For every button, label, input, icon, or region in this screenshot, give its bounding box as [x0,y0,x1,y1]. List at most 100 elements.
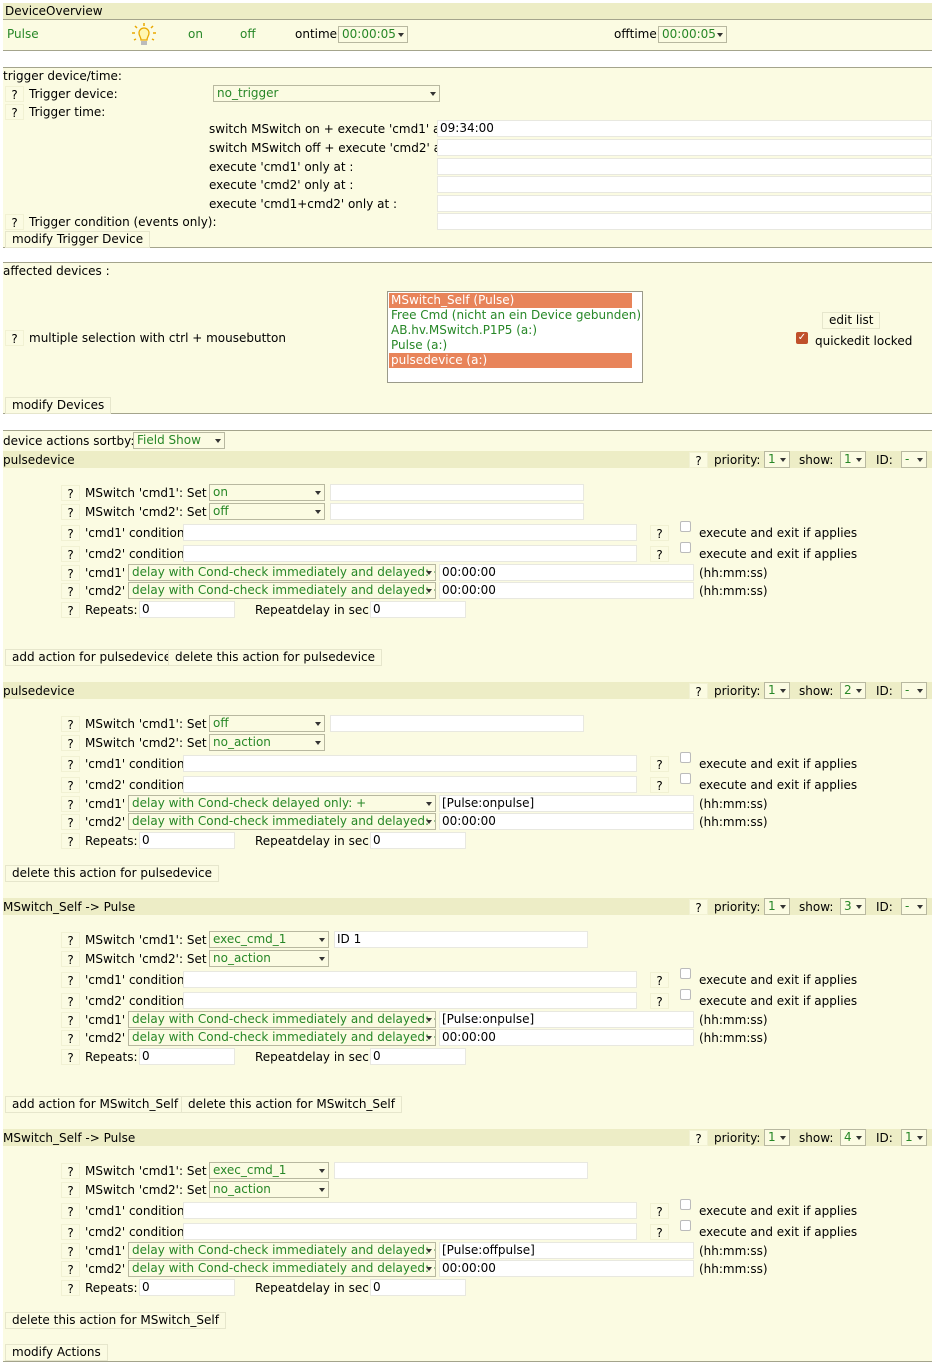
exec-exit-checkbox[interactable] [680,989,691,1000]
cmd2-cond-input[interactable] [183,776,637,793]
affected-devices-list[interactable]: MSwitch_Self (Pulse) Free Cmd (nicht an … [387,291,643,383]
delete-action-button[interactable]: delete this action for MSwitch_Self [5,1312,226,1329]
priority-select[interactable]: 1 [764,451,790,468]
help-button[interactable]: ? [650,525,669,541]
cmd1-set-extra-input[interactable]: ID 1 [334,931,588,948]
show-select[interactable]: 3 [840,898,866,915]
help-button[interactable]: ? [61,993,80,1009]
cmd1-delay-time-input[interactable]: [Pulse:onpulse] [439,1011,694,1028]
cmd2-set-extra-input[interactable] [330,503,584,520]
help-button[interactable]: ? [61,756,80,772]
help-button[interactable]: ? [61,716,80,732]
cmd2-cond-input[interactable] [183,545,637,562]
help-button[interactable]: ? [61,525,80,541]
help-button[interactable]: ? [61,1280,80,1296]
cmd2-delay-time-input[interactable]: 00:00:00 [439,813,694,830]
delete-action-button[interactable]: delete this action for pulsedevice [168,649,383,666]
cmd1-delay-select[interactable]: delay with Cond-check delayed only: + [128,795,436,812]
id-select[interactable]: - [901,451,927,468]
exec-exit-checkbox[interactable] [680,1220,691,1231]
cmd2-delay-select[interactable]: delay with Cond-check immediately and de… [128,1260,436,1277]
help-button[interactable]: ? [61,1203,80,1219]
show-select[interactable]: 2 [840,682,866,699]
cmd2-delay-select[interactable]: delay with Cond-check immediately and de… [128,582,436,599]
bulb-icon[interactable] [131,23,157,47]
help-button[interactable]: ? [61,1049,80,1065]
cmd1-delay-time-input[interactable]: [Pulse:onpulse] [439,795,694,812]
help-button[interactable]: ? [61,485,80,501]
help-button[interactable]: ? [650,972,669,988]
help-button[interactable]: ? [61,546,80,562]
repeats-input[interactable]: 0 [139,1279,235,1296]
help-button[interactable]: ? [689,683,708,699]
ontime-select[interactable]: 00:00:05 [338,26,408,43]
cmd1-cond-input[interactable] [183,1202,637,1219]
add-action-button[interactable]: add action for pulsedevice [5,649,179,666]
cmd1-delay-select[interactable]: delay with Cond-check immediately and de… [128,1242,436,1259]
add-action-button[interactable]: add action for MSwitch_Self [5,1096,186,1113]
cmd1-cond-input[interactable] [183,971,637,988]
exec-exit-checkbox[interactable] [680,752,691,763]
priority-select[interactable]: 1 [764,1129,790,1146]
trigger-time-input[interactable] [437,139,932,156]
cmd1-set-select[interactable]: exec_cmd_1 [209,1162,329,1179]
priority-select[interactable]: 1 [764,898,790,915]
cmd1-set-extra-input[interactable] [334,1162,588,1179]
repeats-input[interactable]: 0 [139,1048,235,1065]
device-link[interactable]: Pulse [7,27,39,41]
help-button[interactable]: ? [61,735,80,751]
help-button[interactable]: ? [650,756,669,772]
sortby-select[interactable]: Field Show [133,432,225,449]
help-button[interactable]: ? [650,546,669,562]
help-button[interactable]: ? [689,452,708,468]
list-item[interactable]: pulsedevice (a:) [389,353,632,368]
help-button[interactable]: ? [61,932,80,948]
help-button[interactable]: ? [61,1243,80,1259]
cmd1-set-select[interactable]: on [209,484,325,501]
help-button[interactable]: ? [5,86,24,102]
cmd2-set-select[interactable]: no_action [209,734,325,751]
cmd1-delay-select[interactable]: delay with Cond-check immediately and de… [128,564,436,581]
help-button[interactable]: ? [650,777,669,793]
trigger-time-input[interactable] [437,195,932,212]
cmd2-set-select[interactable]: off [209,503,325,520]
cmd2-set-select[interactable]: no_action [209,1181,329,1198]
modify-actions-button[interactable]: modify Actions [5,1344,108,1361]
trigger-time-input[interactable] [437,158,932,175]
cmd1-cond-input[interactable] [183,755,637,772]
exec-exit-checkbox[interactable] [680,773,691,784]
show-select[interactable]: 4 [840,1129,866,1146]
help-button[interactable]: ? [61,602,80,618]
cmd1-set-select[interactable]: exec_cmd_1 [209,931,329,948]
help-button[interactable]: ? [61,565,80,581]
list-item[interactable]: MSwitch_Self (Pulse) [389,293,632,308]
help-button[interactable]: ? [650,993,669,1009]
offtime-select[interactable]: 00:00:05 [658,26,727,43]
trigger-condition-input[interactable] [437,213,932,230]
cmd2-cond-input[interactable] [183,992,637,1009]
cmd1-set-extra-input[interactable] [330,484,584,501]
repeats-input[interactable]: 0 [139,832,235,849]
help-button[interactable]: ? [689,1130,708,1146]
help-button[interactable]: ? [61,1182,80,1198]
cmd1-cond-input[interactable] [183,524,637,541]
cmd1-delay-select[interactable]: delay with Cond-check immediately and de… [128,1011,436,1028]
help-button[interactable]: ? [61,777,80,793]
cmd2-delay-time-input[interactable]: 00:00:00 [439,582,694,599]
exec-exit-checkbox[interactable] [680,968,691,979]
help-button[interactable]: ? [5,104,24,120]
list-item[interactable]: AB.hv.MSwitch.P1P5 (a:) [389,323,641,338]
exec-exit-checkbox[interactable] [680,542,691,553]
cmd2-delay-select[interactable]: delay with Cond-check immediately and de… [128,1029,436,1046]
help-button[interactable]: ? [61,1163,80,1179]
delete-action-button[interactable]: delete this action for MSwitch_Self [181,1096,402,1113]
exec-exit-checkbox[interactable] [680,1199,691,1210]
help-button[interactable]: ? [689,899,708,915]
id-select[interactable]: 1 [901,1129,927,1146]
exec-exit-checkbox[interactable] [680,521,691,532]
help-button[interactable]: ? [650,1203,669,1219]
help-button[interactable]: ? [61,833,80,849]
repeatdelay-input[interactable]: 0 [370,601,466,618]
cmd1-set-extra-input[interactable] [330,715,584,732]
help-button[interactable]: ? [61,1012,80,1028]
